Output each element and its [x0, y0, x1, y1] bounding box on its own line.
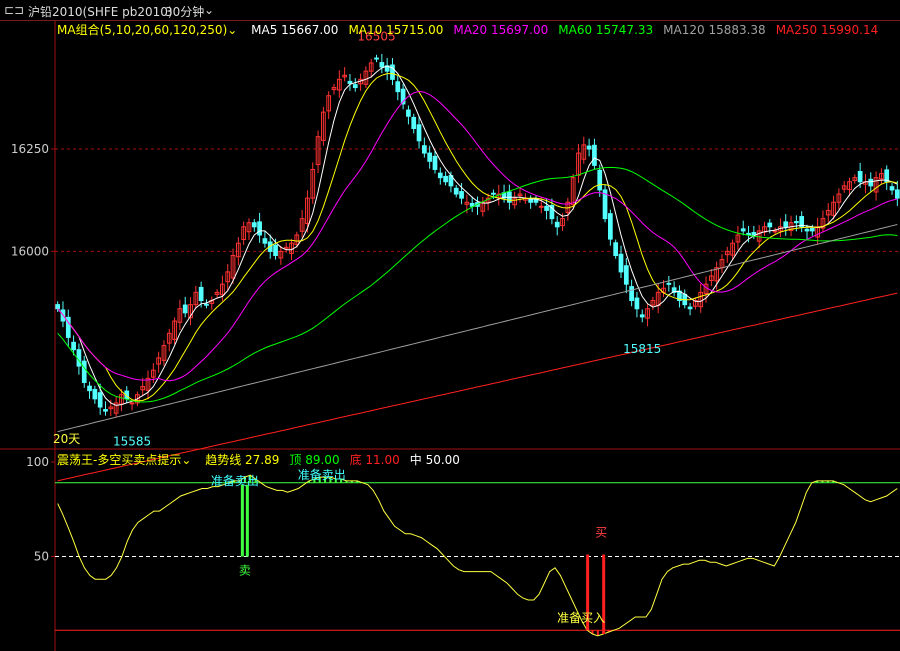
instrument-title[interactable]: 沪铅2010(SHFE pb2010) [28, 3, 173, 20]
candle-body [894, 189, 900, 199]
candle-body [76, 349, 82, 367]
candle-body [87, 385, 92, 392]
candle-body [352, 84, 358, 89]
candle-body [262, 238, 268, 244]
candle-body [204, 303, 209, 306]
osc-legend-item-中: 中 50.00 [409, 453, 460, 467]
candle-body [453, 187, 459, 195]
candle-body [432, 155, 438, 170]
candle-body [687, 306, 693, 310]
candle-body [666, 282, 672, 285]
sell-signal-label: 卖 [239, 564, 251, 578]
candle-body [374, 57, 379, 60]
osc-y-tick-label-50: 50 [34, 550, 49, 564]
candle-body [71, 341, 76, 351]
candle-body [783, 221, 789, 228]
oscillator-legend: 震荡王-多空买卖点提示⌄ 趋势线 27.89 顶 89.00 底 11.00 中 50… [57, 451, 460, 468]
candle-body [857, 171, 863, 183]
y-tick-label-16000: 16000 [11, 244, 49, 258]
candle-body [273, 244, 278, 256]
ma-legend: MA组合(5,10,20,60,120,250)⌄ MA5 15667.00 MA… [57, 21, 878, 38]
candle-body [129, 402, 135, 405]
candle-body [406, 109, 411, 117]
candle-body [92, 388, 98, 400]
candle-body [427, 152, 433, 162]
candle-body [608, 213, 613, 240]
title-bar: ⊏⊐ 沪铅2010(SHFE pb2010) 30分钟 ⌄ [0, 0, 900, 21]
y-tick-label-16250: 16250 [11, 142, 49, 156]
osc-legend-item-底: 底 11.00 [349, 453, 400, 467]
ma-legend-item-ma20: MA20 15697.00 [453, 23, 549, 37]
candle-body [740, 228, 746, 232]
chevron-down-icon[interactable]: ⌄ [204, 3, 214, 17]
chevron-down-icon[interactable]: ⌄ [181, 453, 191, 467]
buy-signal-label: 买 [595, 526, 607, 540]
candle-body [257, 221, 262, 236]
chevron-down-icon[interactable]: ⌄ [227, 23, 237, 37]
candle-body [379, 62, 385, 68]
sell-prepare-label-2: 准备卖出 [298, 468, 346, 482]
candle-body [809, 227, 815, 232]
candle-body [767, 222, 773, 228]
candle-body [889, 186, 895, 191]
candle-body [639, 314, 645, 318]
ma-legend-label[interactable]: MA组合(5,10,20,60,120,250) [57, 23, 227, 37]
candle-body [81, 360, 87, 383]
period-selector[interactable]: 30分钟 [165, 3, 204, 20]
candle-body [251, 222, 257, 228]
candle-body [592, 144, 597, 166]
candle-body [629, 286, 634, 302]
candle-body [751, 232, 757, 236]
candle-body [554, 221, 560, 228]
ma-legend-item-ma5: MA5 15667.00 [251, 23, 339, 37]
oscillator-legend-label[interactable]: 震荡王-多空买卖点提示 [57, 453, 181, 467]
candle-body [544, 205, 549, 211]
sell-prepare-label-1: 准备卖出 [211, 474, 259, 488]
low-price-label-2: 15815 [623, 342, 661, 356]
ma-legend-item-ma60: MA60 15747.33 [558, 23, 654, 37]
candle-body [395, 81, 401, 93]
candle-body [868, 178, 874, 187]
oscillator-line [57, 474, 898, 637]
candle-body [443, 175, 448, 183]
candle-body [597, 169, 603, 191]
candle-body [459, 191, 464, 199]
candle-body [528, 198, 534, 203]
candle-body [182, 304, 188, 314]
candle-body [618, 253, 624, 273]
candle-body [491, 192, 496, 195]
candle-body [421, 145, 427, 154]
period-days-label: 20天 [53, 432, 80, 446]
candle-body [772, 230, 778, 233]
ma120-line [57, 224, 898, 433]
candle-body [634, 297, 640, 310]
candle-body [55, 304, 61, 310]
candle-body [437, 172, 443, 179]
price-chart: 160001625016505155851581520天50100卖准备卖出 准备… [0, 20, 900, 651]
candle-body [794, 220, 799, 224]
ma-legend-item-ma250: MA250 15990.14 [775, 23, 879, 37]
osc-y-tick-label-100: 100 [26, 455, 49, 469]
ma-legend-item-ma10: MA10 15715.00 [348, 23, 444, 37]
osc-legend-item-顶: 顶 89.00 [289, 453, 340, 467]
candle-body [416, 124, 422, 142]
candle-body [804, 228, 810, 232]
candle-body [623, 265, 629, 285]
candle-body [538, 205, 544, 208]
buy-prepare-label: 准备买入 [557, 611, 605, 625]
link-icon[interactable]: ⊏⊐ [4, 3, 24, 17]
candle-body [347, 80, 353, 84]
candle-body [198, 286, 204, 302]
candle-body [613, 242, 619, 256]
candle-body [411, 116, 417, 129]
sell-signal-bar [245, 484, 249, 557]
ma-legend-item-ma120: MA120 15883.38 [663, 23, 766, 37]
candle-body [586, 145, 592, 150]
osc-legend-item-趋势线: 趋势线 27.89 [205, 453, 280, 467]
sell-signal-bar [240, 484, 244, 557]
low-price-label-1: 15585 [113, 434, 151, 448]
candle-body [103, 408, 108, 412]
candle-body [97, 392, 103, 408]
ma10-line [57, 73, 898, 402]
